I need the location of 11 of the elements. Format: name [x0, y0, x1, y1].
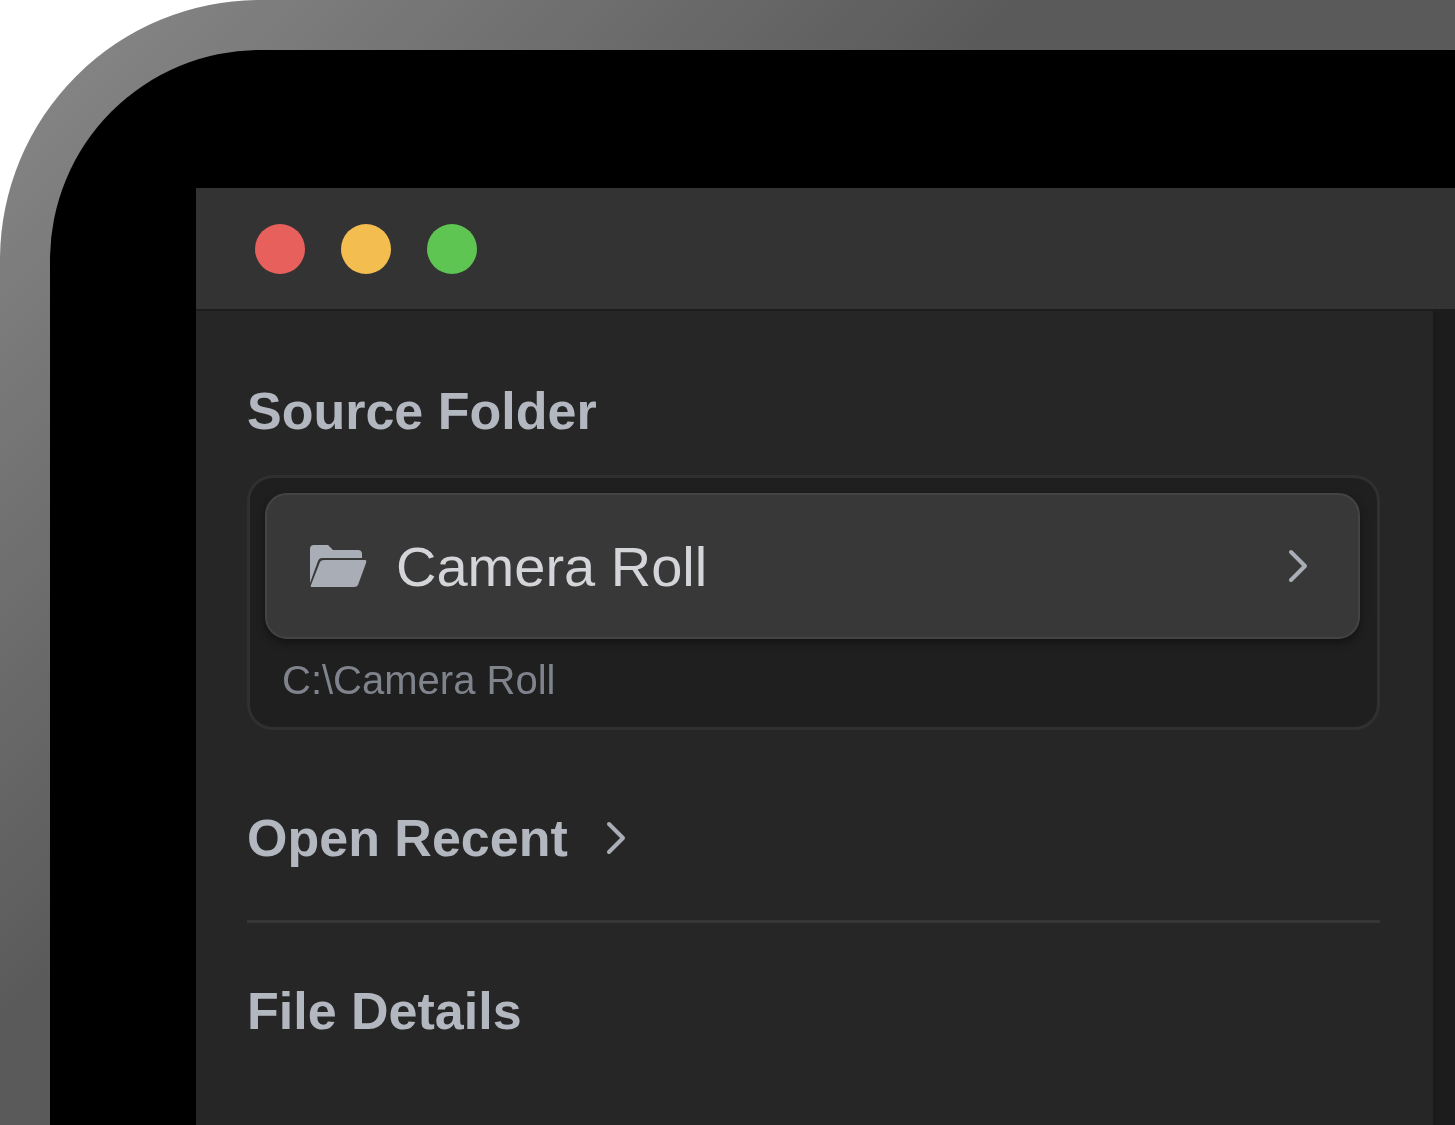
folder-icon [308, 543, 368, 589]
close-button[interactable] [255, 223, 305, 274]
open-recent-link[interactable]: Open Recent [247, 808, 568, 868]
section-heading: Source Folder [247, 381, 598, 441]
folder-path: C:\Camera Roll [282, 657, 557, 703]
chevron-right-icon [1288, 549, 1308, 583]
section-heading: File Details [247, 981, 523, 1041]
zoom-button[interactable] [427, 223, 477, 274]
minimize-button[interactable] [341, 223, 391, 274]
folder-button[interactable]: Camera Roll [265, 493, 1360, 639]
chevron-right-icon [605, 821, 626, 855]
